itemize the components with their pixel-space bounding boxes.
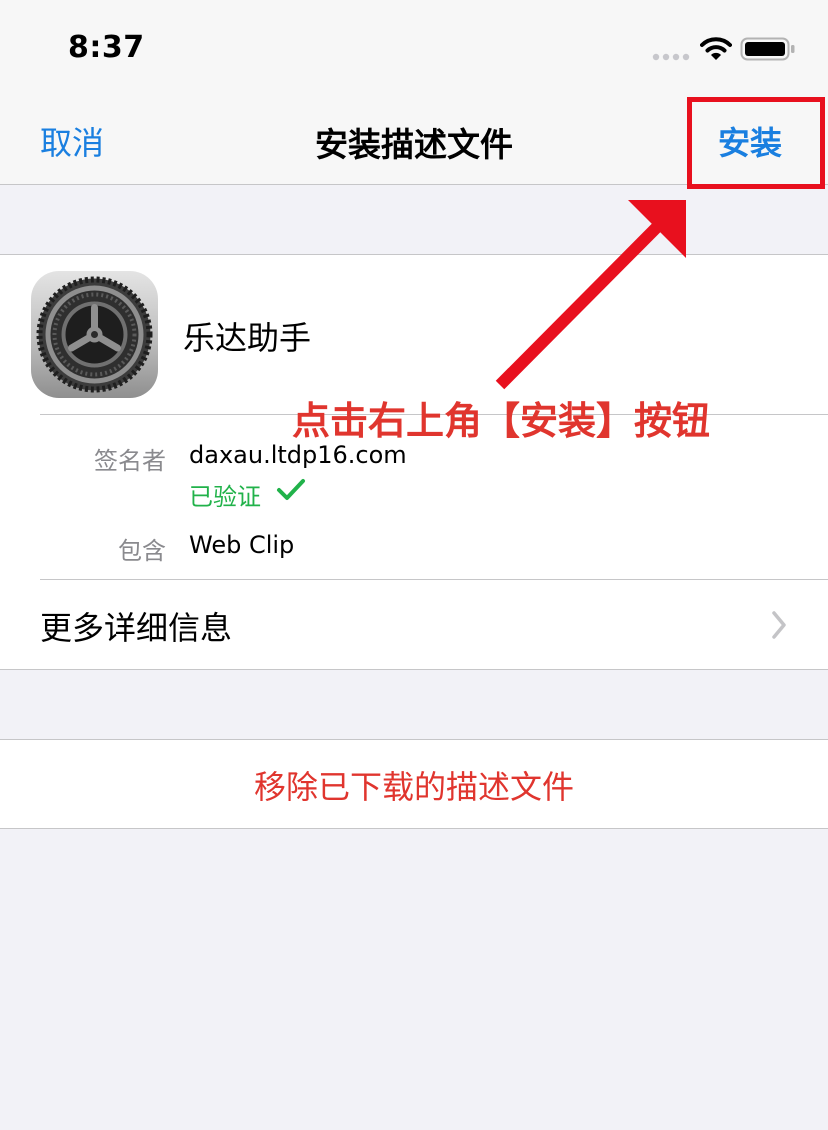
divider: [40, 579, 828, 580]
signer-value: daxau.ltdp16.com: [189, 441, 407, 469]
status-bar: 8:37: [0, 0, 828, 96]
status-time: 8:37: [68, 30, 145, 65]
more-details-row[interactable]: 更多详细信息: [0, 581, 828, 669]
wifi-icon: [700, 37, 732, 60]
battery-icon: [740, 37, 795, 61]
signer-label: 签名者: [94, 447, 166, 475]
more-details-label: 更多详细信息: [40, 609, 233, 647]
contains-value: Web Clip: [189, 531, 295, 559]
remove-profile-row[interactable]: 移除已下载的描述文件: [0, 739, 828, 829]
profile-name: 乐达助手: [183, 319, 312, 357]
annotation-text: 点击右上角【安装】按钮: [292, 399, 711, 443]
annotation-arrow-icon: [495, 200, 686, 390]
remove-profile-button[interactable]: 移除已下载的描述文件: [0, 762, 828, 808]
contains-label: 包含: [118, 537, 166, 565]
verified-label: 已验证: [189, 483, 261, 511]
chevron-right-icon: [772, 611, 786, 639]
checkmark-icon: [277, 479, 305, 500]
settings-gear-icon: [31, 271, 158, 398]
cellular-signal-icon: [652, 53, 690, 61]
install-highlight-box: [687, 97, 825, 189]
